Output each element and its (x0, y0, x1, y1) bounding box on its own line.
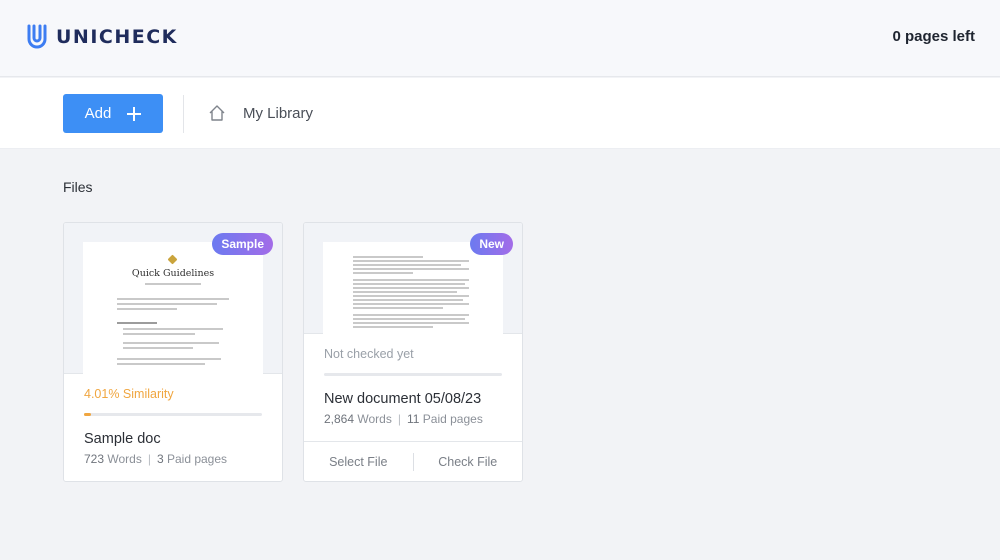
file-preview[interactable]: New (304, 223, 522, 334)
document-meta: 2,864 Words | 11 Paid pages (324, 412, 483, 426)
check-status: Not checked yet (324, 347, 414, 361)
document-thumbnail (323, 242, 503, 334)
unicheck-logo[interactable]: UNICHECK (26, 23, 178, 51)
heart-icon (167, 254, 178, 265)
document-meta: 723 Words | 3 Paid pages (84, 452, 227, 466)
paid-pages-count: 3 (156, 452, 164, 466)
similarity-score: 4.01% Similarity (84, 387, 174, 401)
pages-left-counter: 0 pages left (892, 28, 975, 45)
word-count: 723 (84, 452, 105, 466)
unicheck-logo-icon (27, 24, 47, 49)
words-label: Words (107, 452, 142, 466)
toolbar-divider (183, 95, 184, 133)
similarity-bar (84, 413, 262, 416)
sample-badge: Sample (212, 233, 273, 255)
paid-pages-label: Paid pages (422, 412, 483, 426)
files-section-title: Files (63, 179, 93, 195)
document-name[interactable]: Sample doc (84, 431, 161, 447)
paid-pages-count: 11 (406, 412, 420, 426)
library-toolbar: Add My Library (0, 78, 1000, 149)
new-badge: New (470, 233, 513, 255)
top-header: UNICHECK 0 pages left (0, 0, 1000, 77)
meta-separator: | (147, 452, 151, 466)
words-label: Words (357, 412, 392, 426)
select-file-button[interactable]: Select File (304, 455, 413, 469)
home-icon[interactable] (208, 104, 226, 122)
add-button-label: Add (84, 105, 112, 122)
thumbnail-title: Quick Guidelines (131, 268, 215, 279)
plus-icon (127, 106, 142, 121)
add-button[interactable]: Add (63, 94, 163, 133)
breadcrumb-my-library[interactable]: My Library (243, 105, 313, 122)
meta-separator: | (397, 412, 401, 426)
file-card-new-document[interactable]: New Not checked yet New document 05/08/2… (303, 222, 523, 482)
similarity-bar (324, 373, 502, 376)
file-actions: Select File Check File (304, 441, 523, 481)
file-preview[interactable]: Quick Guidelines Sample (64, 223, 282, 374)
paid-pages-label: Paid pages (166, 452, 228, 466)
document-name[interactable]: New document 05/08/23 (324, 391, 481, 407)
check-file-button[interactable]: Check File (414, 455, 523, 469)
word-count: 2,864 (324, 412, 355, 426)
brand-name: UNICHECK (56, 26, 178, 48)
file-card-sample-doc[interactable]: Quick Guidelines Sample 4.01% Similarity… (63, 222, 283, 482)
document-thumbnail: Quick Guidelines (83, 242, 263, 374)
similarity-bar-fill (84, 413, 92, 416)
